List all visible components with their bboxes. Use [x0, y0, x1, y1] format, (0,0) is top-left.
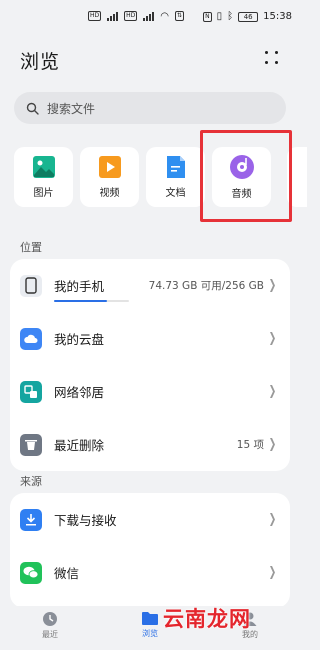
- chevron-right-icon: ❯: [268, 437, 277, 452]
- nav-recent[interactable]: 最近: [0, 606, 100, 650]
- search-bar[interactable]: 搜索文件: [14, 92, 286, 124]
- network-icon: [20, 380, 42, 403]
- highlight-box: [200, 130, 292, 222]
- storage-info: 74.73 GB 可用/256 GB: [148, 280, 264, 292]
- phone-icon: [20, 274, 42, 297]
- tile-images[interactable]: 图片: [14, 147, 73, 207]
- tile-label: 图片: [33, 188, 54, 199]
- sources-list: 下载与接收 ❯ 微信 ❯: [10, 493, 290, 608]
- nav-label: 最近: [42, 630, 58, 639]
- tile-documents[interactable]: 文档: [146, 147, 205, 207]
- trash-icon: [20, 433, 42, 456]
- list-item-wechat[interactable]: 微信 ❯: [10, 546, 290, 599]
- folder-icon: [142, 612, 158, 625]
- signal-icon-2: [143, 12, 155, 21]
- hd-icon-2: HD: [124, 11, 138, 21]
- data-icon: ⇅: [175, 11, 185, 21]
- image-icon: [32, 156, 55, 178]
- status-right: N ▯ ᛒ 46 15:38: [203, 11, 292, 22]
- bottom-nav: 最近 浏览 我的: [0, 606, 300, 650]
- list-item-label: 微信: [54, 566, 80, 581]
- hd-icon: HD: [88, 11, 102, 21]
- tile-videos[interactable]: 视频: [80, 147, 139, 207]
- search-placeholder: 搜索文件: [47, 101, 96, 116]
- location-list: 我的手机 74.73 GB 可用/256 GB ❯ 我的云盘 ❯ 网络邻居 ❯ …: [10, 259, 290, 471]
- nav-label: 浏览: [142, 629, 158, 638]
- clock-time: 15:38: [263, 11, 292, 22]
- more-options-icon[interactable]: [264, 50, 280, 66]
- item-count: 15 项: [236, 439, 264, 451]
- list-item-label: 我的云盘: [54, 332, 105, 347]
- vibrate-icon: ▯: [216, 11, 223, 22]
- network-indicators: HD HD ◠ ⇅: [88, 11, 185, 22]
- watermark: 云南龙网: [163, 606, 251, 631]
- tile-label: 视频: [99, 188, 120, 199]
- wechat-icon: [20, 561, 42, 584]
- wifi-icon: ◠: [160, 11, 170, 22]
- chevron-right-icon: ❯: [268, 278, 277, 293]
- list-item-label: 最近删除: [54, 438, 105, 453]
- video-icon: [98, 156, 121, 178]
- page-title: 浏览: [20, 51, 61, 73]
- section-label-sources: 来源: [20, 475, 42, 488]
- storage-progress-fill: [54, 300, 108, 302]
- list-item-my-phone[interactable]: 我的手机 74.73 GB 可用/256 GB ❯: [10, 259, 290, 312]
- list-item-cloud-drive[interactable]: 我的云盘 ❯: [10, 312, 290, 365]
- cloud-drive-icon: [20, 327, 42, 350]
- tile-label: 文档: [165, 188, 186, 199]
- chevron-right-icon: ❯: [268, 331, 277, 346]
- battery-icon: 46: [238, 11, 259, 22]
- document-icon: [166, 156, 185, 178]
- list-item-network[interactable]: 网络邻居 ❯: [10, 365, 290, 418]
- clock-icon: [43, 612, 57, 626]
- bluetooth-icon: ᛒ: [227, 11, 234, 22]
- list-item-recently-deleted[interactable]: 最近删除 15 项 ❯: [10, 418, 290, 471]
- nfc-icon: N: [203, 11, 212, 22]
- signal-icon: [107, 12, 119, 21]
- chevron-right-icon: ❯: [268, 512, 277, 527]
- chevron-right-icon: ❯: [268, 384, 277, 399]
- download-icon: [20, 508, 42, 531]
- chevron-right-icon: ❯: [268, 565, 277, 580]
- storage-progress-bar: [54, 300, 129, 302]
- list-item-downloads[interactable]: 下载与接收 ❯: [10, 493, 290, 546]
- list-item-label: 下载与接收: [54, 513, 117, 528]
- list-item-label: 网络邻居: [54, 385, 105, 400]
- search-icon: [26, 102, 39, 115]
- status-bar: HD HD ◠ ⇅ N ▯ ᛒ 46 15:38: [0, 0, 300, 30]
- section-label-location: 位置: [20, 241, 42, 254]
- list-item-label: 我的手机: [54, 279, 105, 294]
